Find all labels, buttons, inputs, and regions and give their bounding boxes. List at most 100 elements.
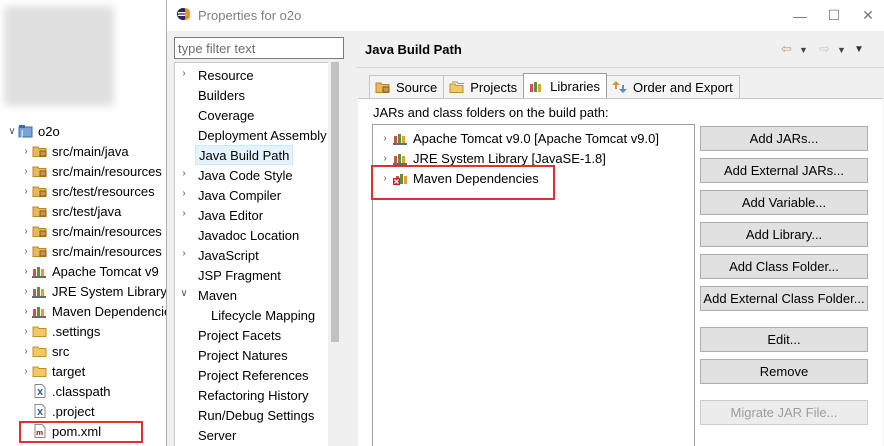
migrate-jar-button[interactable]: Migrate JAR File... xyxy=(700,400,868,425)
chevron-right-icon[interactable]: › xyxy=(20,146,32,157)
category-item[interactable]: Project Natures xyxy=(195,345,291,365)
forward-arrow-icon[interactable]: ⇨ xyxy=(819,41,830,57)
xml-file-icon: X xyxy=(32,404,48,418)
close-button[interactable]: ✕ xyxy=(851,0,884,31)
explorer-item[interactable]: src/test/java xyxy=(20,201,121,221)
category-item[interactable]: Project References xyxy=(195,365,312,385)
explorer-item-label: src xyxy=(52,343,70,359)
chevron-down-icon[interactable]: ∨ xyxy=(179,288,189,299)
chevron-right-icon[interactable]: › xyxy=(20,326,32,337)
build-path-page: Java Build Path ⇦ ▼ ⇨ ▼ ▼ Source Projects… xyxy=(356,31,884,446)
package-folder-icon xyxy=(32,144,48,158)
chevron-right-icon[interactable]: › xyxy=(179,188,189,199)
chevron-right-icon[interactable]: › xyxy=(20,246,32,257)
library-entry[interactable]: › JRE System Library [JavaSE-1.8] xyxy=(379,148,606,168)
chevron-right-icon[interactable]: › xyxy=(179,168,189,179)
tab-libraries[interactable]: Libraries xyxy=(523,73,608,98)
explorer-item[interactable]: › src xyxy=(20,341,69,361)
explorer-item-label: o2o xyxy=(38,123,60,139)
chevron-right-icon[interactable]: › xyxy=(379,153,391,164)
category-scrollbar-thumb[interactable] xyxy=(331,62,339,342)
explorer-item[interactable]: X .project xyxy=(20,401,95,421)
explorer-item-label: src/main/resources xyxy=(52,243,162,259)
explorer-item-label: Maven Dependencies xyxy=(52,303,168,319)
forward-menu-chevron-icon[interactable]: ▼ xyxy=(837,45,846,55)
library-label: Apache Tomcat v9.0 [Apache Tomcat v9.0] xyxy=(413,130,659,146)
library-entry[interactable]: › Maven Dependencies xyxy=(379,168,538,188)
explorer-item-project[interactable]: ∨ J o2o xyxy=(6,121,60,141)
category-item[interactable]: Resource xyxy=(195,65,257,85)
explorer-item-label: src/main/java xyxy=(52,143,129,159)
edit-button[interactable]: Edit... xyxy=(700,327,868,352)
category-item[interactable]: Server xyxy=(195,425,239,445)
library-entry[interactable]: › Apache Tomcat v9.0 [Apache Tomcat v9.0] xyxy=(379,128,659,148)
minimize-button[interactable]: — xyxy=(783,0,817,31)
package-folder-icon xyxy=(32,164,48,178)
add-external-class-folder-button[interactable]: Add External Class Folder... xyxy=(700,286,868,311)
category-item[interactable]: Coverage xyxy=(195,105,257,125)
tab-source[interactable]: Source xyxy=(369,75,445,98)
explorer-item-label: .classpath xyxy=(52,383,111,399)
category-item[interactable]: Java Compiler xyxy=(195,185,284,205)
category-item[interactable]: Maven xyxy=(195,285,240,305)
explorer-item[interactable]: › src/main/resources xyxy=(20,241,162,261)
project-icon: J xyxy=(18,124,34,138)
back-menu-chevron-icon[interactable]: ▼ xyxy=(799,45,808,55)
category-item[interactable]: Refactoring History xyxy=(195,385,312,405)
chevron-down-icon[interactable]: ∨ xyxy=(6,126,18,137)
explorer-item[interactable]: › .settings xyxy=(20,321,100,341)
explorer-item[interactable]: › src/main/resources xyxy=(20,161,161,181)
explorer-item[interactable]: › JRE System Library xyxy=(20,281,167,301)
library-icon xyxy=(393,131,409,145)
category-item[interactable]: Project Facets xyxy=(195,325,284,345)
chevron-right-icon[interactable]: › xyxy=(179,248,189,259)
chevron-right-icon[interactable]: › xyxy=(20,266,32,277)
chevron-right-icon[interactable]: › xyxy=(379,173,391,184)
add-class-folder-button[interactable]: Add Class Folder... xyxy=(700,254,868,279)
filter-input[interactable] xyxy=(174,37,344,59)
chevron-right-icon[interactable]: › xyxy=(20,186,32,197)
add-jars-button[interactable]: Add JARs... xyxy=(700,126,868,151)
maximize-button[interactable]: ☐ xyxy=(817,0,851,31)
add-variable-button[interactable]: Add Variable... xyxy=(700,190,868,215)
category-item[interactable]: JavaScript xyxy=(195,245,262,265)
explorer-item[interactable]: X .classpath xyxy=(20,381,111,401)
chevron-right-icon[interactable]: › xyxy=(20,166,32,177)
explorer-item[interactable]: m pom.xml xyxy=(20,421,101,441)
chevron-right-icon[interactable]: › xyxy=(179,68,189,79)
category-item[interactable]: Java Code Style xyxy=(195,165,296,185)
tab-order-and-export[interactable]: Order and Export xyxy=(606,75,740,98)
explorer-item[interactable]: › Maven Dependencies xyxy=(20,301,168,321)
chevron-right-icon[interactable]: › xyxy=(379,133,391,144)
category-item[interactable]: Deployment Assembly xyxy=(195,125,330,145)
explorer-item[interactable]: › src/main/resources xyxy=(20,221,161,241)
remove-button[interactable]: Remove xyxy=(700,359,868,384)
category-item[interactable]: Javadoc Location xyxy=(195,225,302,245)
explorer-item[interactable]: › src/main/java xyxy=(20,141,129,161)
library-label: JRE System Library [JavaSE-1.8] xyxy=(413,150,606,166)
add-library-button[interactable]: Add Library... xyxy=(700,222,868,247)
tab-label: Libraries xyxy=(550,78,601,94)
add-external-jars-button[interactable]: Add External JARs... xyxy=(700,158,868,183)
explorer-item[interactable]: › Apache Tomcat v9 xyxy=(20,261,158,281)
chevron-right-icon[interactable]: › xyxy=(20,346,32,357)
category-item[interactable]: Java Editor xyxy=(195,205,266,225)
back-arrow-icon[interactable]: ⇦ xyxy=(781,41,792,57)
chevron-right-icon[interactable]: › xyxy=(20,226,32,237)
explorer-item-label: JRE System Library xyxy=(52,283,167,299)
category-item[interactable]: Lifecycle Mapping xyxy=(208,305,318,325)
chevron-right-icon[interactable]: › xyxy=(20,306,32,317)
category-item[interactable]: Builders xyxy=(195,85,248,105)
view-menu-icon[interactable]: ▼ xyxy=(854,44,864,55)
category-item[interactable]: JSP Fragment xyxy=(195,265,284,285)
category-item[interactable]: Java Build Path xyxy=(195,145,294,165)
chevron-right-icon[interactable]: › xyxy=(20,286,32,297)
chevron-right-icon[interactable]: › xyxy=(179,208,189,219)
explorer-item[interactable]: › src/test/resources xyxy=(20,181,154,201)
category-item[interactable]: Run/Debug Settings xyxy=(195,405,317,425)
tab-projects[interactable]: Projects xyxy=(443,75,525,98)
dialog-titlebar[interactable]: Properties for o2o — ☐ ✕ xyxy=(167,0,884,31)
explorer-item[interactable]: › target xyxy=(20,361,85,381)
pom-file-icon: m xyxy=(32,424,48,438)
chevron-right-icon[interactable]: › xyxy=(20,366,32,377)
